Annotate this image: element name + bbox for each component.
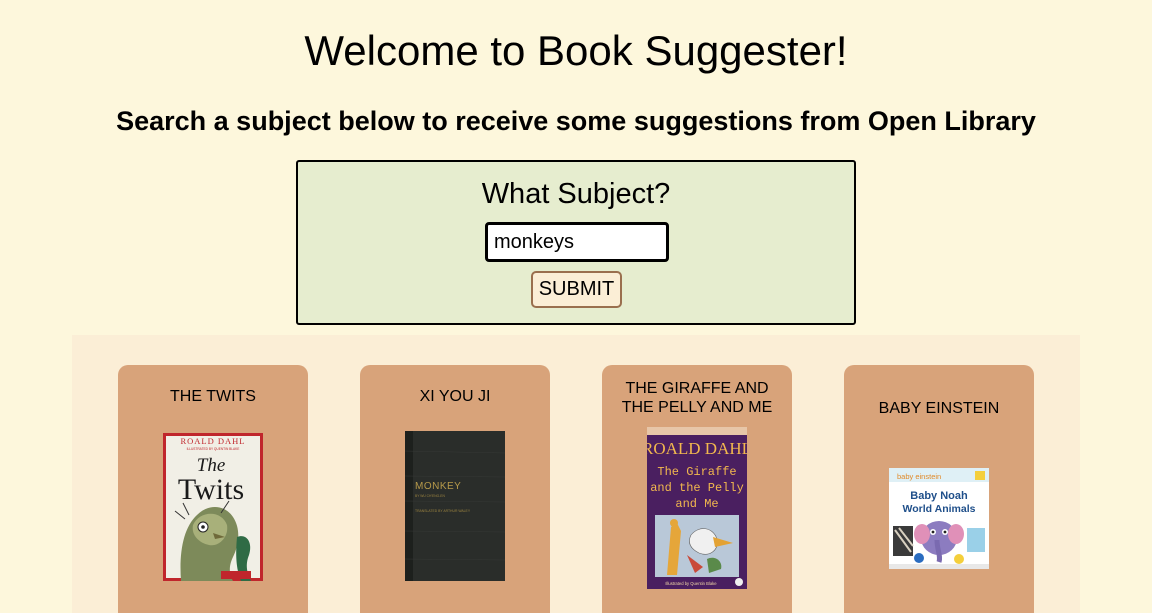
cover-title-2: and the Pelly (650, 481, 744, 495)
cover-title-3: and Me (675, 497, 718, 511)
search-label: What Subject? (481, 178, 671, 210)
book-card[interactable]: THE GIRAFFE AND THE PELLY AND ME ROALD D… (602, 365, 792, 613)
subject-input[interactable] (485, 222, 669, 262)
book-title: THE TWITS (170, 388, 256, 405)
cover-author: BY WU CH'ENG-EN (415, 494, 445, 498)
search-form: What Subject? SUBMIT (296, 160, 856, 325)
book-cover-image: MONKEY BY WU CH'ENG-EN TRANSLATED BY ART… (405, 431, 505, 581)
cover-illustrator: Illustrated by Quentin Blake (665, 581, 717, 586)
cover-translator: TRANSLATED BY ARTHUR WALEY (415, 509, 471, 513)
book-cover-image: ROALD DAHL ILLUSTRATED BY QUENTIN BLAKE … (163, 433, 263, 581)
submit-button[interactable]: SUBMIT (531, 271, 622, 308)
book-card[interactable]: THE TWITS ROALD DAHL ILLUSTRATED BY QUEN… (118, 365, 308, 613)
page-subtitle: Search a subject below to receive some s… (116, 106, 1036, 136)
book-card[interactable]: XI YOU JI MONKEY BY WU CH'ENG-EN TRANSLA… (360, 365, 550, 613)
book-cover-image: ROALD DAHL The Giraffe and the Pelly and… (647, 427, 747, 589)
book-title: BABY EINSTEIN (878, 400, 1000, 417)
book-card[interactable]: BABY EINSTEIN baby einstein Baby Noah Wo… (844, 365, 1034, 613)
page-title: Welcome to Book Suggester! (304, 27, 848, 74)
book-title: XI YOU JI (419, 388, 491, 405)
cover-title-2: World Animals (903, 503, 976, 515)
cover-brand: baby einstein (897, 472, 941, 481)
cover-author: ROALD DAHL (180, 436, 245, 446)
cover-title-1: The Giraffe (657, 465, 736, 479)
results-panel: THE TWITS ROALD DAHL ILLUSTRATED BY QUEN… (72, 335, 1080, 613)
cover-author: ROALD DAHL (647, 439, 747, 458)
cover-title-2: Twits (178, 473, 244, 506)
cover-illustrator: ILLUSTRATED BY QUENTIN BLAKE (187, 447, 240, 451)
book-title: THE GIRAFFE AND THE PELLY AND ME (621, 380, 773, 416)
cover-title-1: Baby Noah (910, 490, 968, 502)
book-cover-image: baby einstein Baby Noah World Animals (889, 468, 989, 569)
cover-title: MONKEY (415, 481, 461, 492)
